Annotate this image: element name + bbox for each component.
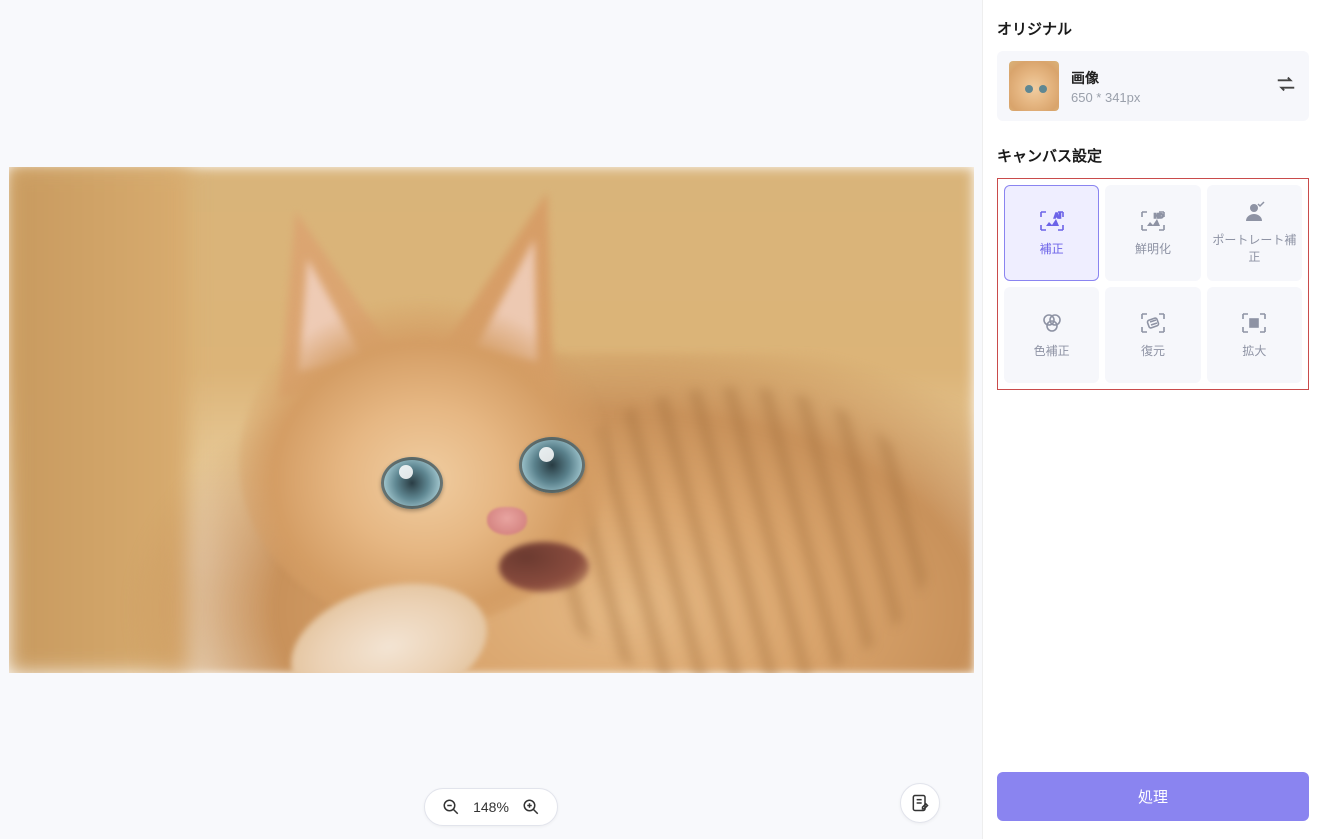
hd-icon: HD [1140,210,1166,232]
option-label: 補正 [1040,240,1064,257]
svg-text:AI: AI [1054,213,1061,220]
option-color[interactable]: 色補正 [1004,287,1099,383]
kitten-illustration [9,167,974,673]
main-canvas-panel: 148% [0,0,983,839]
canvas-settings-highlight: AI 補正 HD 鮮明化 ポートレート補正 色補正 [997,178,1309,390]
process-button[interactable]: 処理 [997,772,1309,821]
original-name: 画像 [1071,68,1263,88]
note-edit-icon [910,793,930,813]
swap-image-button[interactable] [1275,73,1297,100]
original-info: 画像 650 * 341px [1071,68,1263,105]
edit-note-button[interactable] [900,783,940,823]
zoom-in-button[interactable] [521,797,541,817]
swap-icon [1275,73,1297,95]
original-dimensions: 650 * 341px [1071,90,1263,105]
option-portrait[interactable]: ポートレート補正 [1207,185,1302,281]
option-correction[interactable]: AI 補正 [1004,185,1099,281]
original-thumbnail[interactable] [1009,61,1059,111]
canvas-options-grid: AI 補正 HD 鮮明化 ポートレート補正 色補正 [1004,185,1302,383]
option-restore[interactable]: 復元 [1105,287,1200,383]
original-section-title: オリジナル [997,18,1309,39]
original-image-card: 画像 650 * 341px [997,51,1309,121]
portrait-icon [1241,201,1267,223]
option-label: 拡大 [1242,342,1266,359]
svg-text:HD: HD [1154,213,1164,220]
option-sharpen[interactable]: HD 鮮明化 [1105,185,1200,281]
bottom-toolbar: 148% [0,785,982,829]
color-icon [1039,312,1065,334]
zoom-level: 148% [473,799,509,815]
restore-icon [1140,312,1166,334]
zoom-in-icon [522,798,540,816]
option-label: ポートレート補正 [1212,231,1297,265]
option-label: 色補正 [1034,342,1070,359]
canvas-image[interactable] [9,167,974,673]
ai-icon: AI [1039,210,1065,232]
option-label: 復元 [1141,342,1165,359]
option-label: 鮮明化 [1135,240,1171,257]
option-enlarge[interactable]: 拡大 [1207,287,1302,383]
zoom-control: 148% [424,788,558,826]
zoom-out-icon [442,798,460,816]
side-panel: オリジナル 画像 650 * 341px キャンバス設定 AI 補正 HD [983,0,1323,839]
enlarge-icon [1241,312,1267,334]
zoom-out-button[interactable] [441,797,461,817]
canvas-settings-title: キャンバス設定 [997,145,1309,166]
